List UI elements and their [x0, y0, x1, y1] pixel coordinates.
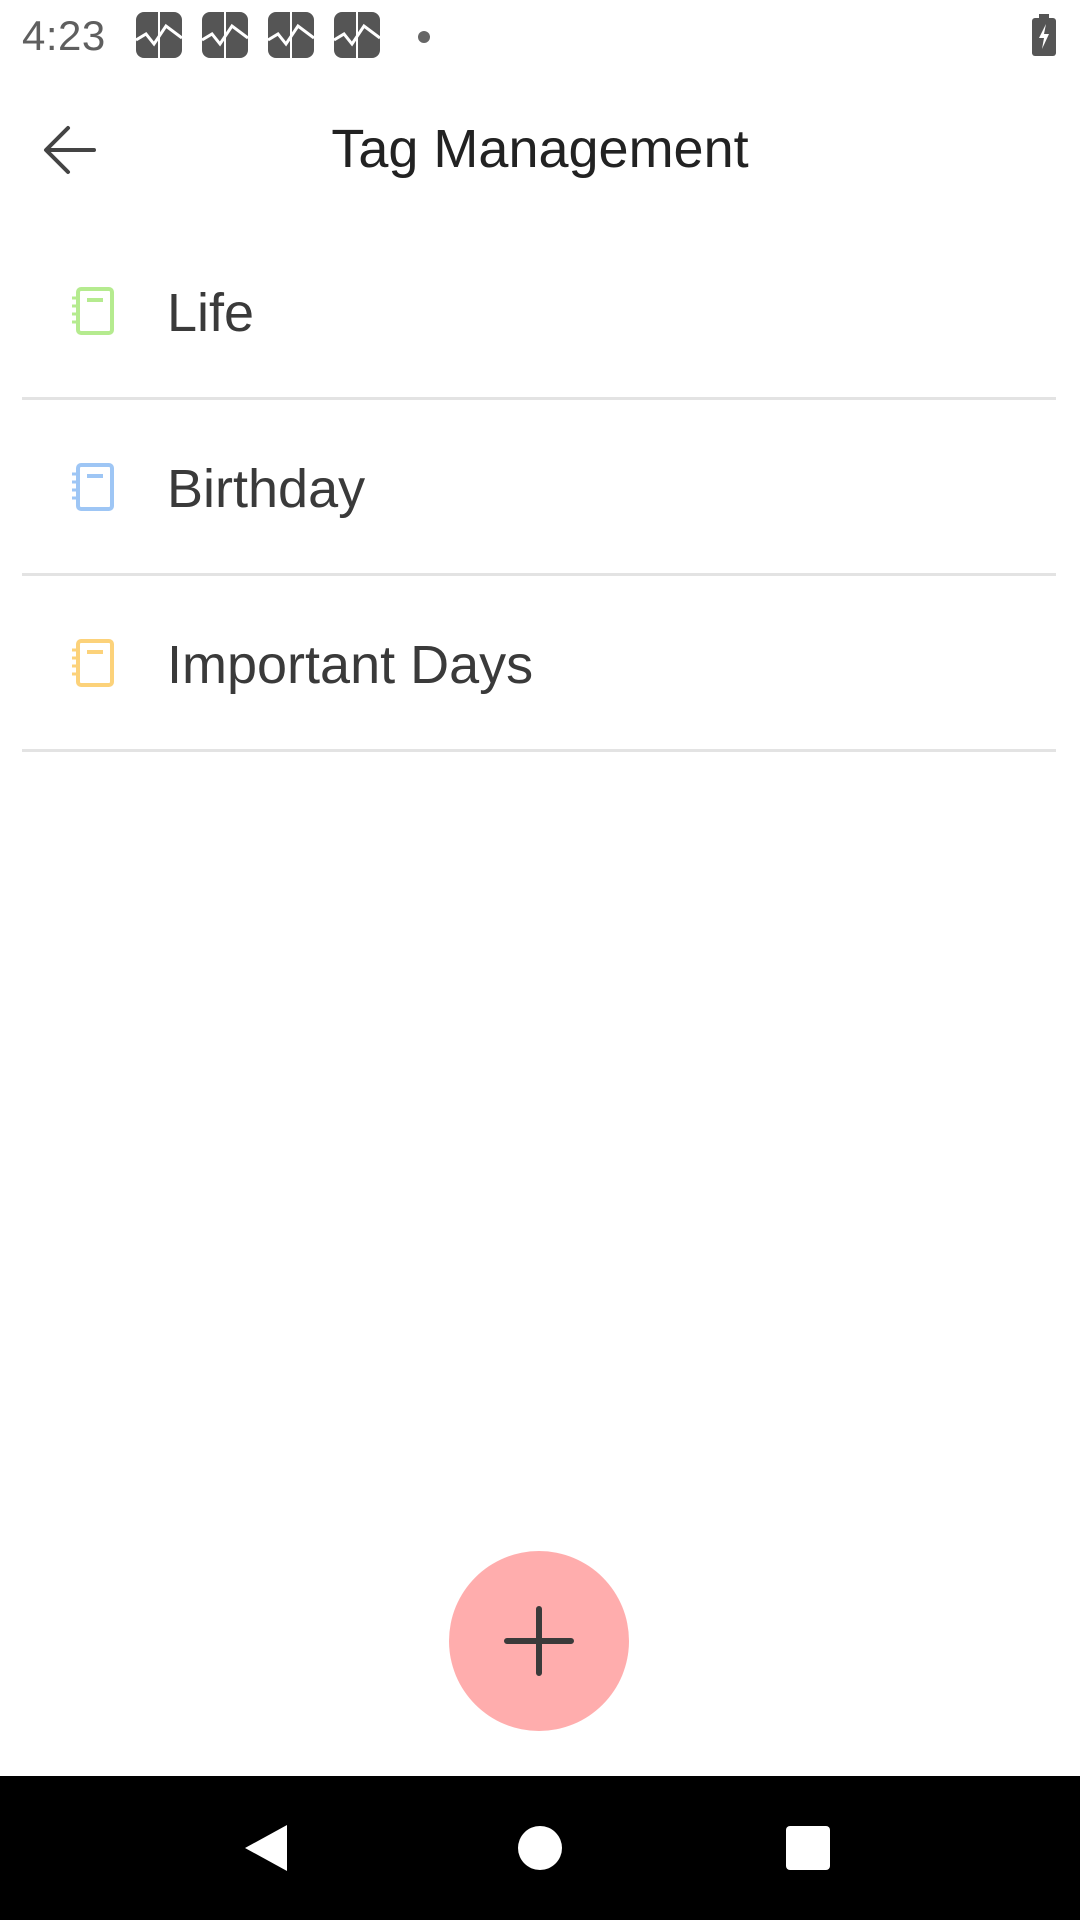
- home-circle-icon: [518, 1826, 562, 1870]
- app-bar: Tag Management: [0, 74, 1080, 224]
- page-title: Tag Management: [331, 119, 749, 179]
- status-time: 4:23: [22, 12, 106, 59]
- nav-back-button[interactable]: [236, 1818, 296, 1878]
- recents-square-icon: [786, 1826, 830, 1870]
- plus-icon: [504, 1606, 574, 1676]
- tag-item-birthday[interactable]: Birthday: [22, 400, 1056, 576]
- sina-weibo-icon: [268, 12, 314, 58]
- notebook-icon: [72, 287, 114, 335]
- nav-home-button[interactable]: [510, 1818, 570, 1878]
- tag-label: Birthday: [167, 459, 366, 519]
- battery-charging-icon: [1032, 14, 1056, 56]
- notebook-icon: [72, 463, 114, 511]
- tag-item-life[interactable]: Life: [22, 224, 1056, 400]
- more-notifications-dot: [418, 31, 430, 43]
- sina-weibo-icon: [334, 12, 380, 58]
- status-bar: 4:23: [0, 0, 1080, 74]
- screen: 4:23 Tag Management Life Birthday Import…: [0, 0, 1080, 1920]
- tag-label: Life: [167, 283, 255, 343]
- add-tag-button[interactable]: [449, 1551, 629, 1731]
- tag-item-important-days[interactable]: Important Days: [22, 576, 1056, 752]
- system-nav-bar: [0, 1776, 1080, 1920]
- back-triangle-icon: [245, 1825, 287, 1871]
- sina-weibo-icon: [136, 12, 182, 58]
- nav-recents-button[interactable]: [778, 1818, 838, 1878]
- notebook-icon: [72, 639, 114, 687]
- sina-weibo-icon: [202, 12, 248, 58]
- tag-label: Important Days: [167, 635, 534, 695]
- tag-list: Life Birthday Important Days: [22, 224, 1056, 752]
